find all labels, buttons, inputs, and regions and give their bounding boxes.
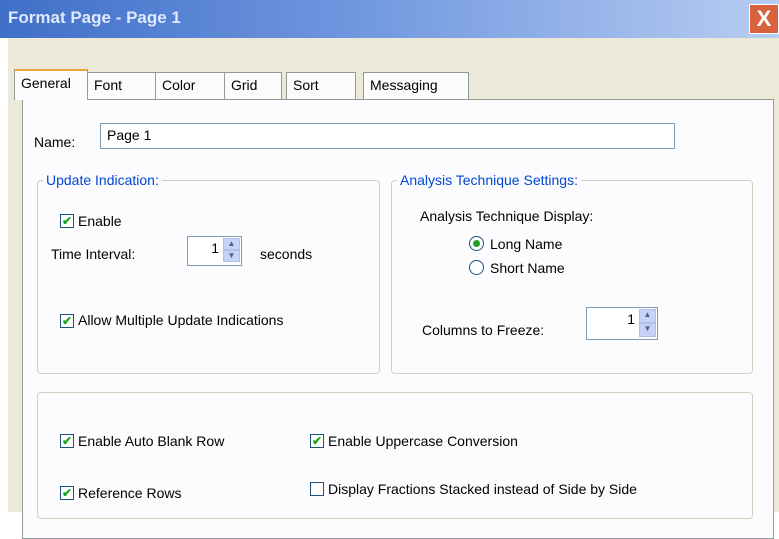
spin-up-icon[interactable]: ▲ (639, 309, 656, 323)
short-name-label: Short Name (490, 260, 565, 276)
reference-rows-checkbox[interactable]: ✔ (60, 486, 74, 500)
long-name-label: Long Name (490, 236, 563, 252)
checkmark-icon: ✔ (61, 214, 73, 228)
title-bar[interactable]: Format Page - Page 1 X (0, 0, 779, 38)
analysis-display-label: Analysis Technique Display: (420, 208, 594, 224)
reference-rows-label: Reference Rows (78, 485, 182, 501)
spin-down-icon[interactable]: ▼ (223, 250, 240, 262)
close-button[interactable]: X (749, 4, 779, 34)
tab-general[interactable]: General (14, 69, 88, 100)
enable-checkbox[interactable]: ✔ (60, 214, 74, 228)
tab-messaging[interactable]: Messaging (363, 72, 469, 99)
update-indication-group (37, 180, 380, 374)
auto-blank-row-label: Enable Auto Blank Row (78, 433, 225, 449)
general-panel: Name: Page 1 Update Indication: ✔ Enable… (22, 99, 774, 539)
spin-up-icon[interactable]: ▲ (223, 238, 240, 250)
tab-color[interactable]: Color (155, 72, 225, 99)
window-title: Format Page - Page 1 (8, 8, 181, 27)
time-interval-value: 1 (211, 240, 219, 256)
analysis-technique-legend: Analysis Technique Settings: (397, 172, 581, 188)
columns-freeze-stepper[interactable]: 1 ▲ ▼ (586, 307, 658, 340)
tab-sort[interactable]: Sort (286, 72, 356, 99)
long-name-radio[interactable] (469, 236, 484, 251)
time-interval-stepper[interactable]: 1 ▲ ▼ (187, 236, 242, 266)
allow-multiple-checkbox[interactable]: ✔ (60, 314, 74, 328)
checkmark-icon: ✔ (311, 434, 323, 448)
fractions-checkbox[interactable] (310, 482, 324, 496)
uppercase-label: Enable Uppercase Conversion (328, 433, 518, 449)
uppercase-checkbox[interactable]: ✔ (310, 434, 324, 448)
checkmark-icon: ✔ (61, 486, 73, 500)
auto-blank-row-checkbox[interactable]: ✔ (60, 434, 74, 448)
allow-multiple-label: Allow Multiple Update Indications (78, 312, 284, 328)
checkmark-icon: ✔ (61, 434, 73, 448)
radio-selected-icon (473, 240, 480, 247)
short-name-radio[interactable] (469, 260, 484, 275)
time-interval-label: Time Interval: (51, 246, 136, 262)
seconds-label: seconds (260, 246, 313, 262)
name-label: Name: (34, 134, 76, 150)
checkmark-icon: ✔ (61, 314, 73, 328)
tab-grid[interactable]: Grid (224, 72, 282, 99)
dialog-body: General Font Color Grid Sort Messaging N… (8, 38, 779, 539)
spin-down-icon[interactable]: ▼ (639, 323, 656, 337)
name-input[interactable]: Page 1 (100, 123, 675, 149)
columns-freeze-label: Columns to Freeze: (422, 322, 545, 338)
update-indication-legend: Update Indication: (43, 172, 162, 188)
enable-label: Enable (78, 213, 122, 229)
tab-font[interactable]: Font (87, 72, 156, 99)
fractions-label: Display Fractions Stacked instead of Sid… (328, 481, 637, 497)
columns-freeze-value: 1 (627, 311, 635, 327)
